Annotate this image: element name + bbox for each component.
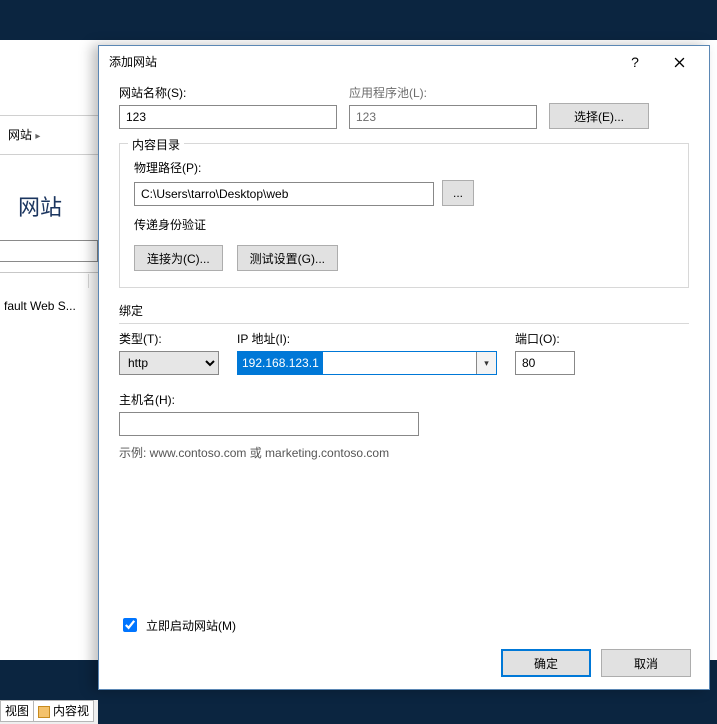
browse-button[interactable]: ...: [442, 180, 474, 206]
host-name-input[interactable]: [119, 412, 419, 436]
physical-path-label: 物理路径(P):: [134, 159, 674, 180]
start-website-checkbox[interactable]: [123, 618, 137, 632]
start-website-label: 立即启动网站(M): [146, 617, 236, 634]
chevron-down-icon[interactable]: ▾: [476, 352, 496, 374]
select-app-pool-button[interactable]: 选择(E)...: [549, 103, 649, 129]
content-directory-group: 内容目录 物理路径(P): ... 传递身份验证 连接为(C)... 测试设置(…: [119, 143, 689, 288]
test-settings-button[interactable]: 测试设置(G)...: [237, 245, 338, 271]
content-directory-legend: 内容目录: [128, 136, 184, 153]
host-name-label: 主机名(H):: [119, 391, 689, 412]
connect-as-button[interactable]: 连接为(C)...: [134, 245, 223, 271]
titlebar: 添加网站 ?: [99, 46, 709, 78]
type-label: 类型(T):: [119, 330, 219, 351]
breadcrumb: 网站 ▸: [0, 115, 98, 155]
chevron-right-icon: ▸: [35, 131, 40, 142]
passthrough-auth-label: 传递身份验证: [134, 216, 674, 233]
physical-path-input[interactable]: [134, 182, 434, 206]
dialog-title: 添加网站: [109, 46, 613, 78]
binding-section-title: 绑定: [119, 302, 689, 324]
tab-content-view[interactable]: 内容视: [33, 700, 94, 722]
ip-address-input[interactable]: [237, 351, 497, 375]
site-list-item[interactable]: fault Web S...: [0, 295, 95, 317]
port-input[interactable]: [515, 351, 575, 375]
bottom-tabs: 视图内容视: [0, 700, 98, 724]
ok-button[interactable]: 确定: [501, 649, 591, 677]
folder-icon: [38, 706, 50, 718]
type-select[interactable]: http: [119, 351, 219, 375]
cancel-button[interactable]: 取消: [601, 649, 691, 677]
site-name-input[interactable]: [119, 105, 337, 129]
ip-address-label: IP 地址(I):: [237, 330, 497, 351]
app-pool-label: 应用程序池(L):: [349, 84, 539, 105]
tab-features-view[interactable]: 视图: [0, 700, 33, 722]
panel-title: 网站: [18, 190, 90, 222]
breadcrumb-label: 网站: [8, 128, 32, 142]
host-name-example: 示例: www.contoso.com 或 marketing.contoso.…: [119, 444, 689, 461]
help-button[interactable]: ?: [613, 48, 657, 76]
close-icon: [674, 57, 685, 68]
ip-address-combo[interactable]: 192.168.123.1 ▾: [237, 351, 497, 375]
filter-input[interactable]: [0, 240, 98, 262]
site-name-label: 网站名称(S):: [119, 84, 339, 105]
app-pool-input: [349, 105, 537, 129]
add-website-dialog: 添加网站 ? 网站名称(S): 应用程序池(L): 选择(E)... 内容目录 …: [98, 45, 710, 690]
close-button[interactable]: [657, 48, 701, 76]
port-label: 端口(O):: [515, 330, 585, 351]
